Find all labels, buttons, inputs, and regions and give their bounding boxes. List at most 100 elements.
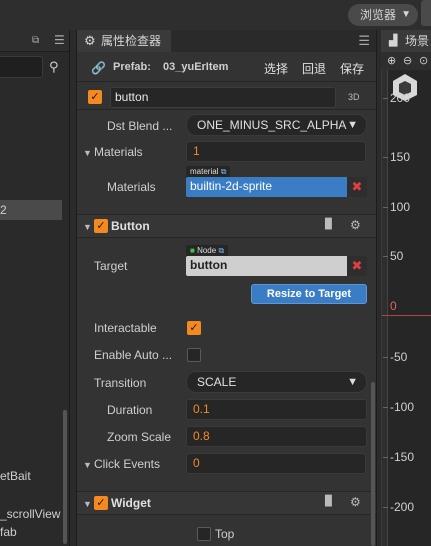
hierarchy-item[interactable]: _scrollView [0,504,62,524]
scene-icon: ▟ [389,35,398,47]
remove-target-icon[interactable]: ✖ [347,256,367,276]
expand-arrow-icon[interactable]: ▼ [83,148,92,158]
ruler-label: -100 [390,400,415,414]
enable-auto-label: Enable Auto ... [94,348,173,362]
tab-inspector-label: 属性检查器 [101,34,162,48]
ruler-tick [383,207,388,208]
gear-icon[interactable]: ⚙ [350,218,361,232]
node-name-input[interactable]: button [110,87,336,108]
hierarchy-scrollbar[interactable] [63,410,67,544]
hierarchy-item-label: 2 [0,203,7,217]
inspector-scrollbar[interactable] [371,382,375,546]
interactable-label: Interactable [94,321,157,335]
widget-component-header[interactable]: ▼ ✓ Widget ▉ ⚙ [77,491,376,515]
ruler-tick [383,157,388,158]
expand-arrow-icon[interactable]: ▼ [83,222,92,232]
tab-scene[interactable]: ▟ 场景 [381,30,431,52]
ruler-tick [383,507,388,508]
tab-inspector[interactable]: ⚙ 属性检查器 [77,30,171,52]
target-label: Target [94,259,128,273]
external-link-icon[interactable]: ⧉ [218,246,224,255]
asset-type-tag: material ⧉ [186,166,231,177]
material-asset-field[interactable]: builtin-2d-sprite [186,177,347,197]
dst-blend-select[interactable]: ONE_MINUS_SRC_ALPHA ▼ [186,114,367,136]
ruler-label: 200 [390,91,411,105]
interactable-checkbox[interactable]: ✓ [187,321,201,335]
ruler-tick [383,98,388,99]
expand-arrow-icon[interactable]: ▼ [83,499,92,509]
menu-icon[interactable]: ☰ [54,33,65,47]
materials-group-label: Materials [94,145,143,159]
browser-dropdown[interactable]: 浏览器 ▼ [348,4,418,26]
inspector-panel: ⚙ 属性检查器 ☰ 🔗 Prefab: 03_yuErItem 选择 回退 保存… [76,30,377,546]
prefab-name: 03_yuErItem [163,61,229,73]
prefab-revert-button[interactable]: 回退 [302,60,326,77]
book-icon[interactable]: ▉ [325,496,333,507]
materials-count-field[interactable]: 1 [186,141,366,162]
widget-top-label: Top [215,527,235,541]
button-component-title: Button [111,219,150,233]
asset-type-tag: ■ Node ⧉ [186,245,229,256]
prefab-save-button[interactable]: 保存 [340,60,364,77]
asset-type-label: Node [197,246,217,255]
external-link-icon[interactable]: ⧉ [221,167,227,176]
hierarchy-tabbar: ⧉ ☰ [0,30,69,52]
zoom-reset-icon[interactable]: ⊙ [419,54,428,67]
prefab-link-icon: 🔗 [91,61,106,75]
scene-panel: ▟ 场景 ⊕ ⊖ ⊙ 200 150 100 50 0 -50 -100 -15… [381,30,431,546]
ruler-label: -200 [390,500,415,514]
tab-scene-label: 场景 [405,34,430,48]
menu-icon[interactable]: ☰ [358,33,370,49]
toolbar-button[interactable] [421,0,431,26]
ruler-label: 50 [390,249,404,263]
duration-label: Duration [107,403,153,417]
top-toolbar: 浏览器 ▼ [0,0,431,30]
prefab-select-button[interactable]: 选择 [264,60,288,77]
transition-label: Transition [94,376,147,390]
hierarchy-item[interactable]: 2 [0,200,62,220]
button-enabled-checkbox[interactable]: ✓ [94,219,108,233]
zoom-in-icon[interactable]: ⊕ [387,54,396,67]
gear-icon: ⚙ [84,33,96,48]
duration-field[interactable]: 0.1 [186,399,367,420]
zoom-out-icon[interactable]: ⊖ [403,54,412,67]
zoom-scale-label: Zoom Scale [107,430,172,444]
target-node-field[interactable]: button [186,256,347,276]
scene-toolbar: ⊕ ⊖ ⊙ [381,52,431,70]
hierarchy-item[interactable]: fab [0,522,62,542]
enable-auto-checkbox[interactable] [187,348,201,362]
prefab-bar: 🔗 Prefab: 03_yuErItem 选择 回退 保存 [77,52,376,82]
ruler-tick [383,256,388,257]
widget-enabled-checkbox[interactable]: ✓ [94,496,108,510]
browser-label: 浏览器 [360,8,397,22]
ruler-label: 100 [390,200,411,214]
click-events-label: Click Events [94,457,161,471]
chevron-down-icon: ▼ [401,9,411,20]
resize-to-target-button[interactable]: Resize to Target [251,284,367,304]
hierarchy-item[interactable]: etBait [0,466,62,486]
prefab-label: Prefab: [113,61,151,73]
ruler-label: -50 [390,350,408,364]
chevron-down-icon: ▼ [347,119,358,131]
scene-viewport[interactable]: 200 150 100 50 0 -50 -100 -150 -200 [381,70,431,546]
transition-select[interactable]: SCALE ▼ [186,371,367,393]
expand-arrow-icon[interactable]: ▼ [83,460,92,470]
dst-blend-label: Dst Blend ... [107,119,173,133]
book-icon[interactable]: ▉ [325,219,333,230]
button-component-header[interactable]: ▼ ✓ Button ▉ ⚙ [77,214,376,238]
ruler-tick [383,357,388,358]
node-active-checkbox[interactable]: ✓ [88,90,102,104]
remove-material-icon[interactable]: ✖ [347,177,367,197]
widget-top-checkbox[interactable] [197,527,211,541]
zoom-scale-field[interactable]: 0.8 [186,426,367,447]
3d-toggle[interactable]: 3D [348,92,360,102]
transition-value: SCALE [197,375,237,389]
search-icon[interactable]: ⚲ [49,59,59,75]
vertical-ruler [382,70,388,546]
asset-type-label: material [190,167,219,176]
click-events-count-field[interactable]: 0 [186,453,366,474]
gear-icon[interactable]: ⚙ [350,495,361,509]
maximize-icon[interactable]: ⧉ [32,35,39,46]
widget-component-title: Widget [111,496,151,510]
hierarchy-search-input[interactable] [0,56,43,78]
